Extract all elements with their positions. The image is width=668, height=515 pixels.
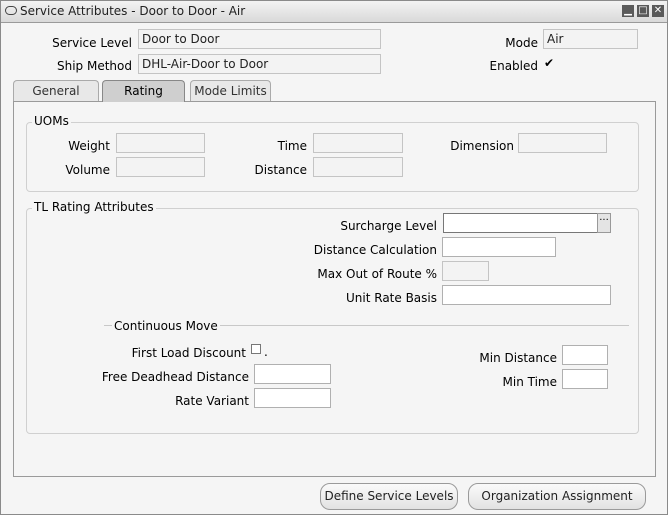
rate-variant-field[interactable] <box>254 388 331 408</box>
unit-rate-basis-field[interactable] <box>442 285 611 305</box>
list-of-values-icon[interactable]: ··· <box>597 213 611 233</box>
uoms-title: UOMs <box>32 114 71 128</box>
weight-field[interactable] <box>116 133 205 153</box>
first-load-discount-suffix: . <box>264 345 268 359</box>
dimension-label: Dimension <box>450 139 514 153</box>
first-load-discount-label: First Load Discount <box>131 346 246 360</box>
min-time-field[interactable] <box>562 369 608 389</box>
mode-label: Mode <box>505 36 538 50</box>
mode-field[interactable]: Air <box>543 29 638 49</box>
service-level-field[interactable]: Door to Door <box>138 29 381 49</box>
window-title: Service Attributes - Door to Door - Air <box>20 4 246 18</box>
tab-general[interactable]: General <box>13 80 99 102</box>
tl-rating-title: TL Rating Attributes <box>32 200 156 214</box>
volume-label: Volume <box>65 163 110 177</box>
organization-assignment-button[interactable]: Organization Assignment <box>468 483 646 510</box>
continuous-move-title: Continuous Move <box>112 319 220 333</box>
define-service-levels-button[interactable]: Define Service Levels <box>320 483 458 510</box>
service-level-label: Service Level <box>52 36 132 50</box>
min-distance-field[interactable] <box>562 345 608 365</box>
close-icon[interactable]: ✕ <box>652 5 664 17</box>
unit-rate-basis-label: Unit Rate Basis <box>346 291 437 305</box>
volume-field[interactable] <box>116 157 205 177</box>
first-load-discount-checkbox[interactable] <box>251 344 261 354</box>
weight-label: Weight <box>68 139 110 153</box>
max-out-of-route-field[interactable] <box>442 261 489 281</box>
tab-mode-limits[interactable]: Mode Limits <box>190 80 271 102</box>
enabled-checkbox[interactable]: ✔ <box>544 57 554 69</box>
time-label: Time <box>277 139 307 153</box>
minimize-icon[interactable]: ▁ <box>622 5 634 17</box>
ship-method-field[interactable]: DHL-Air-Door to Door <box>138 54 381 74</box>
surcharge-level-label: Surcharge Level <box>340 219 437 233</box>
distance-field[interactable] <box>313 157 403 177</box>
distance-label: Distance <box>254 163 307 177</box>
distance-calculation-label: Distance Calculation <box>313 243 437 257</box>
ship-method-label: Ship Method <box>57 59 132 73</box>
window-icon <box>5 6 17 15</box>
enabled-label: Enabled <box>489 59 539 73</box>
time-field[interactable] <box>313 133 403 153</box>
rating-panel: UOMs Weight Time Dimension Volume Distan… <box>13 101 656 477</box>
distance-calculation-field[interactable] <box>442 237 556 257</box>
service-attributes-window: Service Attributes - Door to Door - Air … <box>0 0 668 515</box>
rate-variant-label: Rate Variant <box>175 394 249 408</box>
tab-rating[interactable]: Rating <box>102 80 185 102</box>
dimension-field[interactable] <box>518 133 607 153</box>
free-deadhead-field[interactable] <box>254 364 331 384</box>
free-deadhead-label: Free Deadhead Distance <box>101 370 249 384</box>
min-distance-label: Min Distance <box>479 351 557 365</box>
surcharge-level-field[interactable] <box>443 213 598 233</box>
max-out-of-route-label: Max Out of Route % <box>317 267 437 281</box>
maximize-icon[interactable]: □ <box>637 5 649 17</box>
title-bar[interactable]: Service Attributes - Door to Door - Air … <box>1 1 667 23</box>
min-time-label: Min Time <box>502 375 557 389</box>
